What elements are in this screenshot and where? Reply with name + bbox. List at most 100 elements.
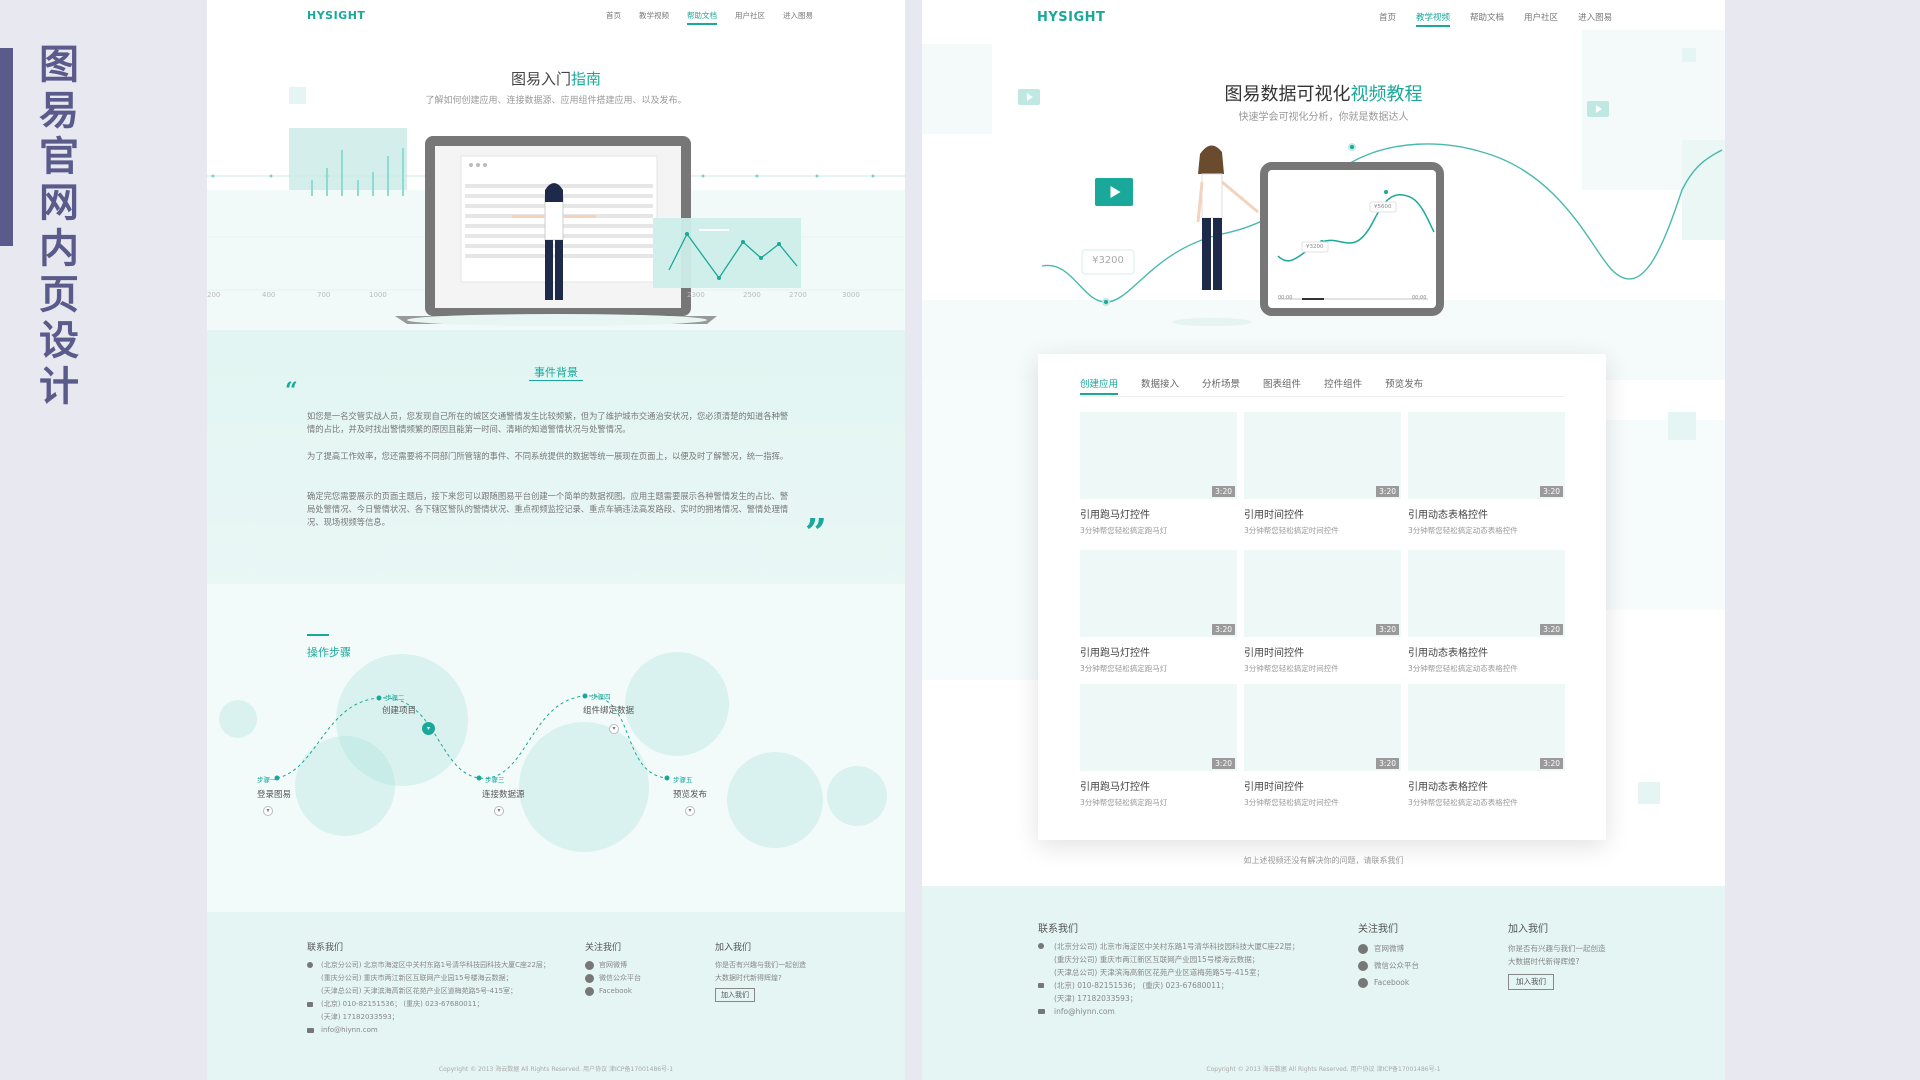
wechat-link[interactable]: 微信公众平台 [1358,957,1419,974]
tab-control-components[interactable]: 控件组件 [1324,376,1362,390]
weibo-link[interactable]: 官网微博 [585,959,641,972]
facebook-icon [585,986,594,996]
nav-item-enter[interactable]: 进入图易 [783,10,813,21]
video-thumbnail[interactable]: 3:20 [1244,684,1401,771]
open-quote-icon: “ [285,378,298,404]
player-time-end: 00:00 [1412,295,1427,301]
wechat-icon [585,973,594,983]
copyright: Copyright © 2013 海云数据 All Rights Reserve… [438,1066,674,1073]
facebook-link[interactable]: Facebook [1358,974,1419,991]
video-subtitle: 3分钟帮您轻松搞定跑马灯 [1080,526,1168,535]
wechat-link[interactable]: 微信公众平台 [585,972,641,985]
step-label: 登录图易 [257,790,292,800]
location-icon [1038,943,1044,949]
video-title[interactable]: 引用跑马灯控件 [1080,506,1237,521]
video-card[interactable]: 3:20 引用跑马灯控件 3分钟帮您轻松搞定跑马灯 [1080,684,1237,808]
nav-item-videos[interactable]: 教学视频 [1416,11,1451,27]
video-card[interactable]: 3:20 引用动态表格控件 3分钟帮您轻松搞定动态表格控件 [1408,550,1565,674]
logo[interactable]: HYSIGHT [307,9,365,22]
video-title[interactable]: 引用动态表格控件 [1408,778,1565,793]
video-subtitle: 3分钟帮您轻松搞定跑马灯 [1080,798,1168,807]
footer-join-title: 加入我们 [715,943,752,953]
expand-step-icon[interactable]: ▾ [263,806,273,816]
video-title[interactable]: 引用跑马灯控件 [1080,644,1237,659]
footer: 联系我们 (北京分公司) 北京市海淀区中关村东路1号清华科技园科技大厦C座22层… [207,912,905,1080]
video-card[interactable]: 3:20 引用动态表格控件 3分钟帮您轻松搞定动态表格控件 [1408,412,1565,536]
footer-follow-title: 关注我们 [1358,924,1398,935]
video-card[interactable]: 3:20 引用动态表格控件 3分钟帮您轻松搞定动态表格控件 [1408,684,1565,808]
axis-label: 2500 [743,291,761,299]
video-thumbnail[interactable]: 3:20 [1408,412,1565,499]
weibo-link[interactable]: 官网微博 [1358,940,1419,957]
player-time-start: 00:00 [1278,295,1293,301]
expand-step-icon[interactable]: ▾ [685,806,695,816]
video-thumbnail[interactable]: 3:20 [1080,412,1237,499]
footer-contact-title: 联系我们 [1038,924,1078,935]
facebook-link[interactable]: Facebook [585,985,641,998]
nav-item-community[interactable]: 用户社区 [1524,11,1558,23]
page-subtitle: 了解如何创建应用、连接数据源、应用组件搭建应用、以及发布。 [425,96,687,106]
video-thumbnail[interactable]: 3:20 [1408,684,1565,771]
footer-join-title: 加入我们 [1508,924,1548,935]
tab-analysis[interactable]: 分析场景 [1202,376,1240,390]
footer-follow-list: 官网微博 微信公众平台 Facebook [585,959,641,998]
video-card[interactable]: 3:20 引用跑马灯控件 3分钟帮您轻松搞定跑马灯 [1080,550,1237,674]
side-title-char: 网 [39,180,79,226]
video-thumbnail[interactable]: 3:20 [1408,550,1565,637]
contact-us-hint[interactable]: 如上述视频还没有解决你的问题，请联系我们 [922,855,1725,866]
mail-icon [1038,1009,1045,1014]
video-thumbnail[interactable]: 3:20 [1244,550,1401,637]
decor-block [922,380,1038,680]
top-nav: HYSIGHT 首页 教学视频 帮助文档 用户社区 进入图易 [922,0,1725,34]
tab-data-access[interactable]: 数据接入 [1141,376,1179,390]
video-title[interactable]: 引用时间控件 [1244,644,1401,659]
video-thumbnail[interactable]: 3:20 [1080,684,1237,771]
page-title: 图易入门指南 [510,70,602,88]
video-title[interactable]: 引用时间控件 [1244,506,1401,521]
nav-item-docs[interactable]: 帮助文档 [687,10,717,25]
video-card[interactable]: 3:20 引用跑马灯控件 3分钟帮您轻松搞定跑马灯 [1080,412,1237,536]
video-title[interactable]: 引用跑马灯控件 [1080,778,1237,793]
footer-address-list: (北京分公司) 北京市海淀区中关村东路1号清华科技园科技大厦C座22层； (重庆… [1038,940,1338,1018]
play-icon [1018,89,1040,105]
axis-label: 400 [262,291,276,299]
video-card[interactable]: 3:20 引用时间控件 3分钟帮您轻松搞定时间控件 [1244,684,1401,808]
video-title[interactable]: 引用动态表格控件 [1408,506,1565,521]
tab-preview-publish[interactable]: 预览发布 [1385,376,1423,390]
expand-step-icon[interactable]: ▾ [422,722,435,735]
expand-step-icon[interactable]: ▾ [494,806,504,816]
video-subtitle: 3分钟帮您轻松搞定跑马灯 [1080,664,1168,673]
chart-tag: ¥3200 [1306,244,1324,250]
tab-create-app[interactable]: 创建应用 [1080,376,1119,395]
nav-menu: 首页 教学视频 帮助文档 用户社区 进入图易 [606,10,813,25]
video-title[interactable]: 引用动态表格控件 [1408,644,1565,659]
axis-label: 1000 [369,291,387,299]
nav-item-enter[interactable]: 进入图易 [1578,11,1612,23]
nav-item-home[interactable]: 首页 [1379,11,1396,23]
copyright: Copyright © 2013 海云数据 All Rights Reserve… [1206,1066,1441,1073]
video-duration: 3:20 [1212,624,1235,635]
nav-item-docs[interactable]: 帮助文档 [1470,11,1504,23]
chart-tag: ¥5600 [1374,204,1392,210]
step-tag: 步骤三 [485,776,505,784]
join-us-button[interactable]: 加入我们 [715,988,755,1002]
video-title[interactable]: 引用时间控件 [1244,778,1401,793]
tab-chart-components[interactable]: 图表组件 [1263,376,1301,390]
nav-item-videos[interactable]: 教学视频 [639,10,669,21]
join-us-button[interactable]: 加入我们 [1508,974,1554,990]
steps-path [274,693,670,781]
nav-item-community[interactable]: 用户社区 [735,10,765,21]
top-nav: HYSIGHT 首页 教学视频 帮助文档 用户社区 进入图易 [207,0,905,34]
nav-item-home[interactable]: 首页 [606,10,621,21]
footer-follow-title: 关注我们 [585,943,622,953]
footer-follow-list: 官网微博 微信公众平台 Facebook [1358,940,1419,991]
video-card[interactable]: 3:20 引用时间控件 3分钟帮您轻松搞定时间控件 [1244,550,1401,674]
step-tag: 步骤一 [257,776,277,784]
video-thumbnail[interactable]: 3:20 [1080,550,1237,637]
video-card[interactable]: 3:20 引用时间控件 3分钟帮您轻松搞定时间控件 [1244,412,1401,536]
decor-block [1606,420,1725,610]
logo[interactable]: HYSIGHT [1037,10,1105,25]
video-thumbnail[interactable]: 3:20 [1244,412,1401,499]
expand-step-icon[interactable]: ▾ [609,724,619,734]
footer-address-list: (北京分公司) 北京市海淀区中关村东路1号清华科技园科技大厦C座22层； (重庆… [307,959,607,1037]
